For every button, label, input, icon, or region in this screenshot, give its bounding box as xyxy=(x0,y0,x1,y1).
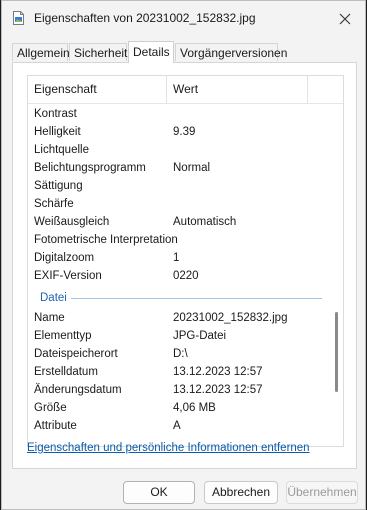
property-row[interactable]: Lichtquelle xyxy=(28,141,328,159)
property-row[interactable]: Schärfe xyxy=(28,195,328,213)
tab-vorgaengerversionen[interactable]: Vorgängerversionen xyxy=(175,43,287,61)
property-value: 0220 xyxy=(173,270,199,282)
property-name: Belichtungsprogramm xyxy=(34,162,146,174)
apply-button[interactable]: Übernehmen xyxy=(286,481,358,504)
property-row[interactable]: Elementtyp JPG-Datei xyxy=(28,327,328,345)
ok-button[interactable]: OK xyxy=(123,481,195,504)
close-button[interactable] xyxy=(333,7,357,31)
property-name: Elementtyp xyxy=(34,330,92,342)
property-name: Name xyxy=(34,312,65,324)
property-value: Automatisch xyxy=(173,216,237,228)
property-row[interactable]: Name 20231002_152832.jpg xyxy=(28,309,328,327)
details-panel: Eigenschaft Wert Kontrast Helligkeit 9.3… xyxy=(12,62,357,469)
property-name: Attribute xyxy=(34,420,77,432)
property-name: Fotometrische Interpretation xyxy=(34,234,178,246)
tab-allgemein[interactable]: Allgemein xyxy=(12,43,70,61)
property-row[interactable]: Fotometrische Interpretation xyxy=(28,231,328,249)
window-title: Eigenschaften von 20231002_152832.jpg xyxy=(34,11,256,25)
property-name: Helligkeit xyxy=(34,126,81,138)
property-row[interactable]: Erstelldatum 13.12.2023 12:57 xyxy=(28,363,328,381)
title-bar: Eigenschaften von 20231002_152832.jpg xyxy=(2,1,365,37)
property-value: 20231002_152832.jpg xyxy=(173,312,288,324)
property-row[interactable]: Kontrast xyxy=(28,105,328,123)
property-row[interactable]: Größe 4,06 MB xyxy=(28,399,328,417)
property-name: Sättigung xyxy=(34,180,83,192)
property-row[interactable]: Weißausgleich Automatisch xyxy=(28,213,328,231)
property-row[interactable]: Belichtungsprogramm Normal xyxy=(28,159,328,177)
property-row[interactable]: Dateispeicherort D:\ xyxy=(28,345,328,363)
property-name: Schärfe xyxy=(34,198,74,210)
property-name: Digitalzoom xyxy=(34,252,95,264)
property-value: 4,06 MB xyxy=(173,402,216,414)
close-icon xyxy=(339,13,351,25)
property-row[interactable]: EXIF-Version 0220 xyxy=(28,267,328,285)
property-value: D:\ xyxy=(173,348,188,360)
cancel-button[interactable]: Abbrechen xyxy=(204,481,278,504)
properties-dialog: Eigenschaften von 20231002_152832.jpg Al… xyxy=(1,0,366,510)
property-value: A xyxy=(173,420,181,432)
group-header-datei[interactable]: Datei xyxy=(28,289,328,307)
property-name: Größe xyxy=(34,402,67,414)
property-row[interactable]: Attribute A xyxy=(28,417,328,435)
property-name: Änderungsdatum xyxy=(34,384,122,396)
property-row[interactable]: Änderungsdatum 13.12.2023 12:57 xyxy=(28,381,328,399)
group-label: Datei xyxy=(40,292,67,304)
tab-details[interactable]: Details xyxy=(128,41,174,63)
property-value: 9.39 xyxy=(173,126,196,138)
property-value: Normal xyxy=(173,162,211,174)
column-header-property[interactable]: Eigenschaft xyxy=(28,76,167,103)
property-value: JPG-Datei xyxy=(173,330,227,342)
vertical-scrollbar-thumb[interactable] xyxy=(335,312,338,392)
remove-properties-link[interactable]: Eigenschaften und persönliche Informatio… xyxy=(27,442,310,454)
property-value: 13.12.2023 12:57 xyxy=(173,366,263,378)
property-name: Dateispeicherort xyxy=(34,348,118,360)
jpg-file-icon xyxy=(13,11,24,25)
column-header-value[interactable]: Wert xyxy=(167,76,308,103)
property-name: Erstelldatum xyxy=(34,366,98,378)
tab-sicherheit[interactable]: Sicherheit xyxy=(69,43,127,61)
group-divider xyxy=(71,298,322,299)
property-value: 13.12.2023 12:57 xyxy=(173,384,263,396)
property-row[interactable]: Digitalzoom 1 xyxy=(28,249,328,267)
property-name: Weißausgleich xyxy=(34,216,110,228)
property-name: Kontrast xyxy=(34,108,77,120)
property-row[interactable]: Helligkeit 9.39 xyxy=(28,123,328,141)
list-header: Eigenschaft Wert xyxy=(28,76,343,104)
property-name: EXIF-Version xyxy=(34,270,102,282)
property-row[interactable]: Sättigung xyxy=(28,177,328,195)
property-name: Lichtquelle xyxy=(34,144,89,156)
property-value: 1 xyxy=(173,252,180,264)
property-list[interactable]: Eigenschaft Wert Kontrast Helligkeit 9.3… xyxy=(27,75,344,447)
